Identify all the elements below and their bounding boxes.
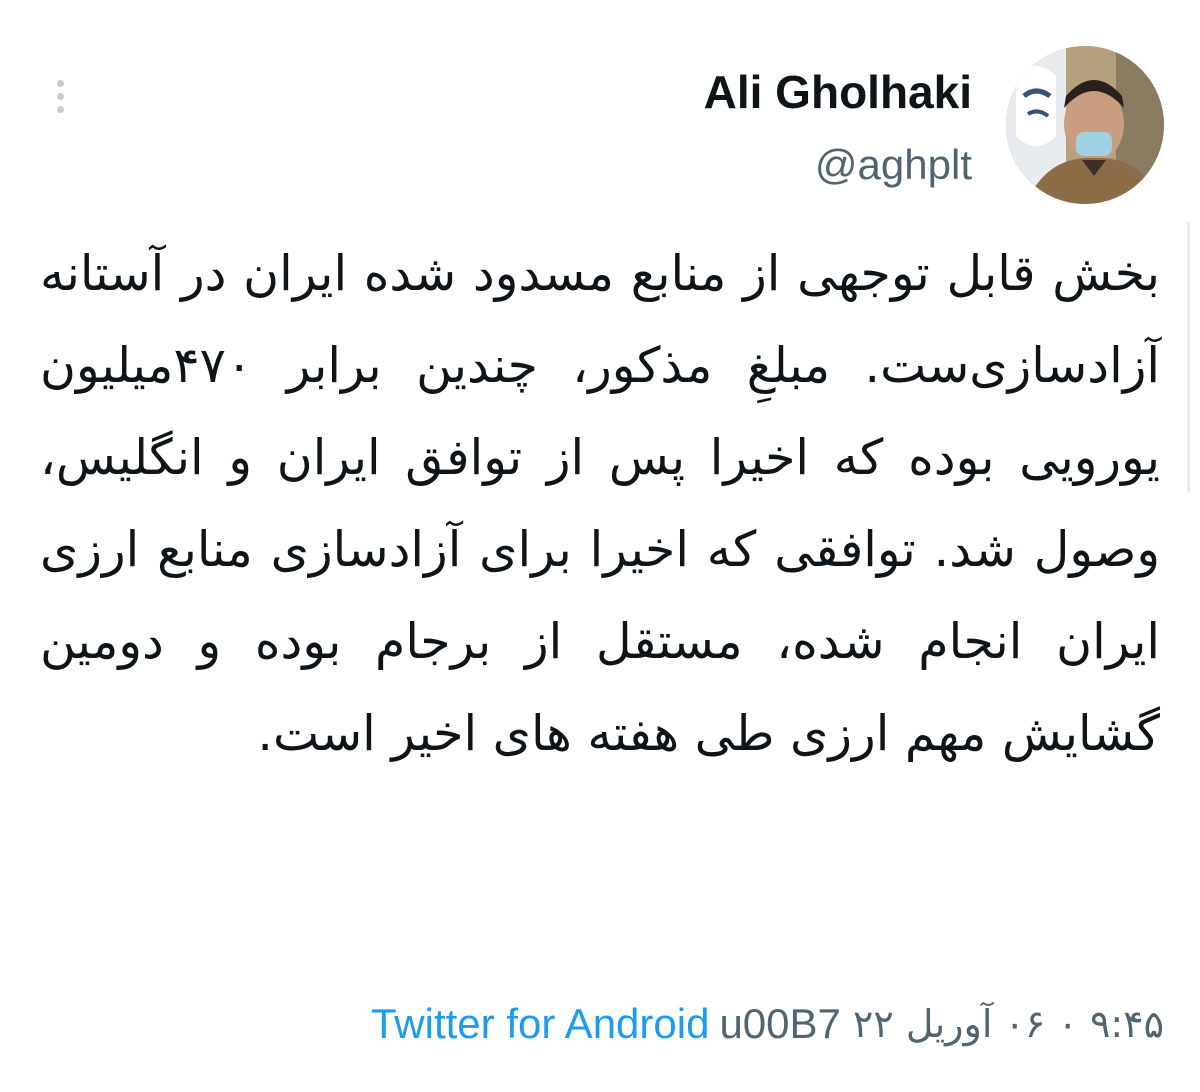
profile-photo [1006,46,1164,204]
tweet-text: بخش قابل توجهی از منابع مسدود شده ایران … [40,245,1160,762]
more-dot [56,92,64,100]
avatar[interactable] [1006,46,1164,204]
more-dot [56,105,64,113]
tweet-card: Ali Gholhaki @aghplt بخش قابل توجهی از م… [0,0,1200,1092]
tweet-timestamp[interactable]: ۹:۴۵ ۰ ۰۶ آوریل ۲۲ [853,1002,1164,1046]
author-display-name[interactable]: Ali Gholhaki [704,64,972,120]
author-handle[interactable]: @aghplt [815,138,972,192]
more-options-button[interactable] [44,74,76,118]
scroll-indicator [1187,222,1190,492]
tweet-metadata: Twitter for Android u00B7 ۹:۴۵ ۰ ۰۶ آوری… [371,996,1164,1052]
metadata-separator: u00B7 [719,1000,841,1047]
tweet-source-link[interactable]: Twitter for Android [371,1000,709,1048]
more-vertical-icon [56,79,64,87]
